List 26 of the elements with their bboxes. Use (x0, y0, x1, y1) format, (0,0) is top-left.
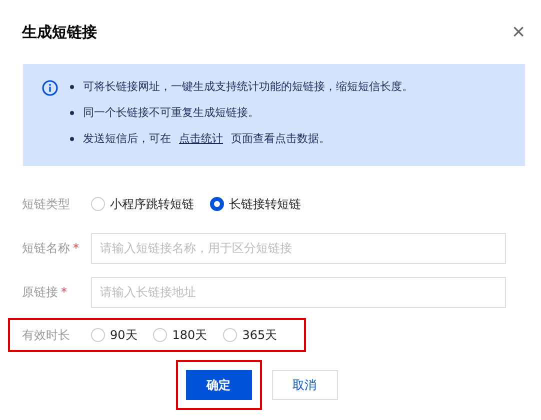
field-label: 原链接 (22, 284, 58, 300)
radio-option[interactable]: 小程序跳转短链 (91, 196, 194, 212)
notice-text: 页面查看点击数据。 (231, 131, 330, 147)
bullet-icon (70, 111, 74, 115)
bullet-icon (70, 85, 74, 89)
info-icon (42, 80, 58, 96)
confirm-button[interactable]: 确定 (186, 370, 252, 400)
radio-option[interactable]: 365天 (223, 326, 278, 344)
radio-option[interactable]: 90天 (91, 326, 138, 344)
input-field[interactable]: 请输入长链接地址 (91, 276, 506, 308)
required-mark: * (72, 241, 79, 255)
close-button[interactable]: × (512, 21, 525, 43)
field-label: 有效时长 (22, 326, 70, 344)
input-field[interactable]: 请输入短链接名称，用于区分短链接 (91, 232, 506, 264)
stats-link[interactable]: 点击统计 (179, 130, 223, 148)
dialog-title: 生成短链接 (22, 22, 97, 42)
cancel-button[interactable]: 取消 (272, 370, 338, 400)
field-label: 短链类型 (22, 196, 70, 212)
notice-text: 发送短信后，可在 (83, 131, 171, 147)
bullet-icon (70, 137, 74, 141)
required-mark: * (60, 285, 67, 299)
radio-option[interactable]: 180天 (153, 326, 208, 344)
notice-text: 可将长链接网址，一键生成支持统计功能的短链接，缩短短信长度。 (83, 79, 413, 95)
notice-text: 同一个长链接不可重复生成短链接。 (83, 105, 259, 121)
field-label: 短链名称 (22, 240, 70, 256)
radio-option[interactable]: 长链接转短链 (210, 196, 301, 212)
